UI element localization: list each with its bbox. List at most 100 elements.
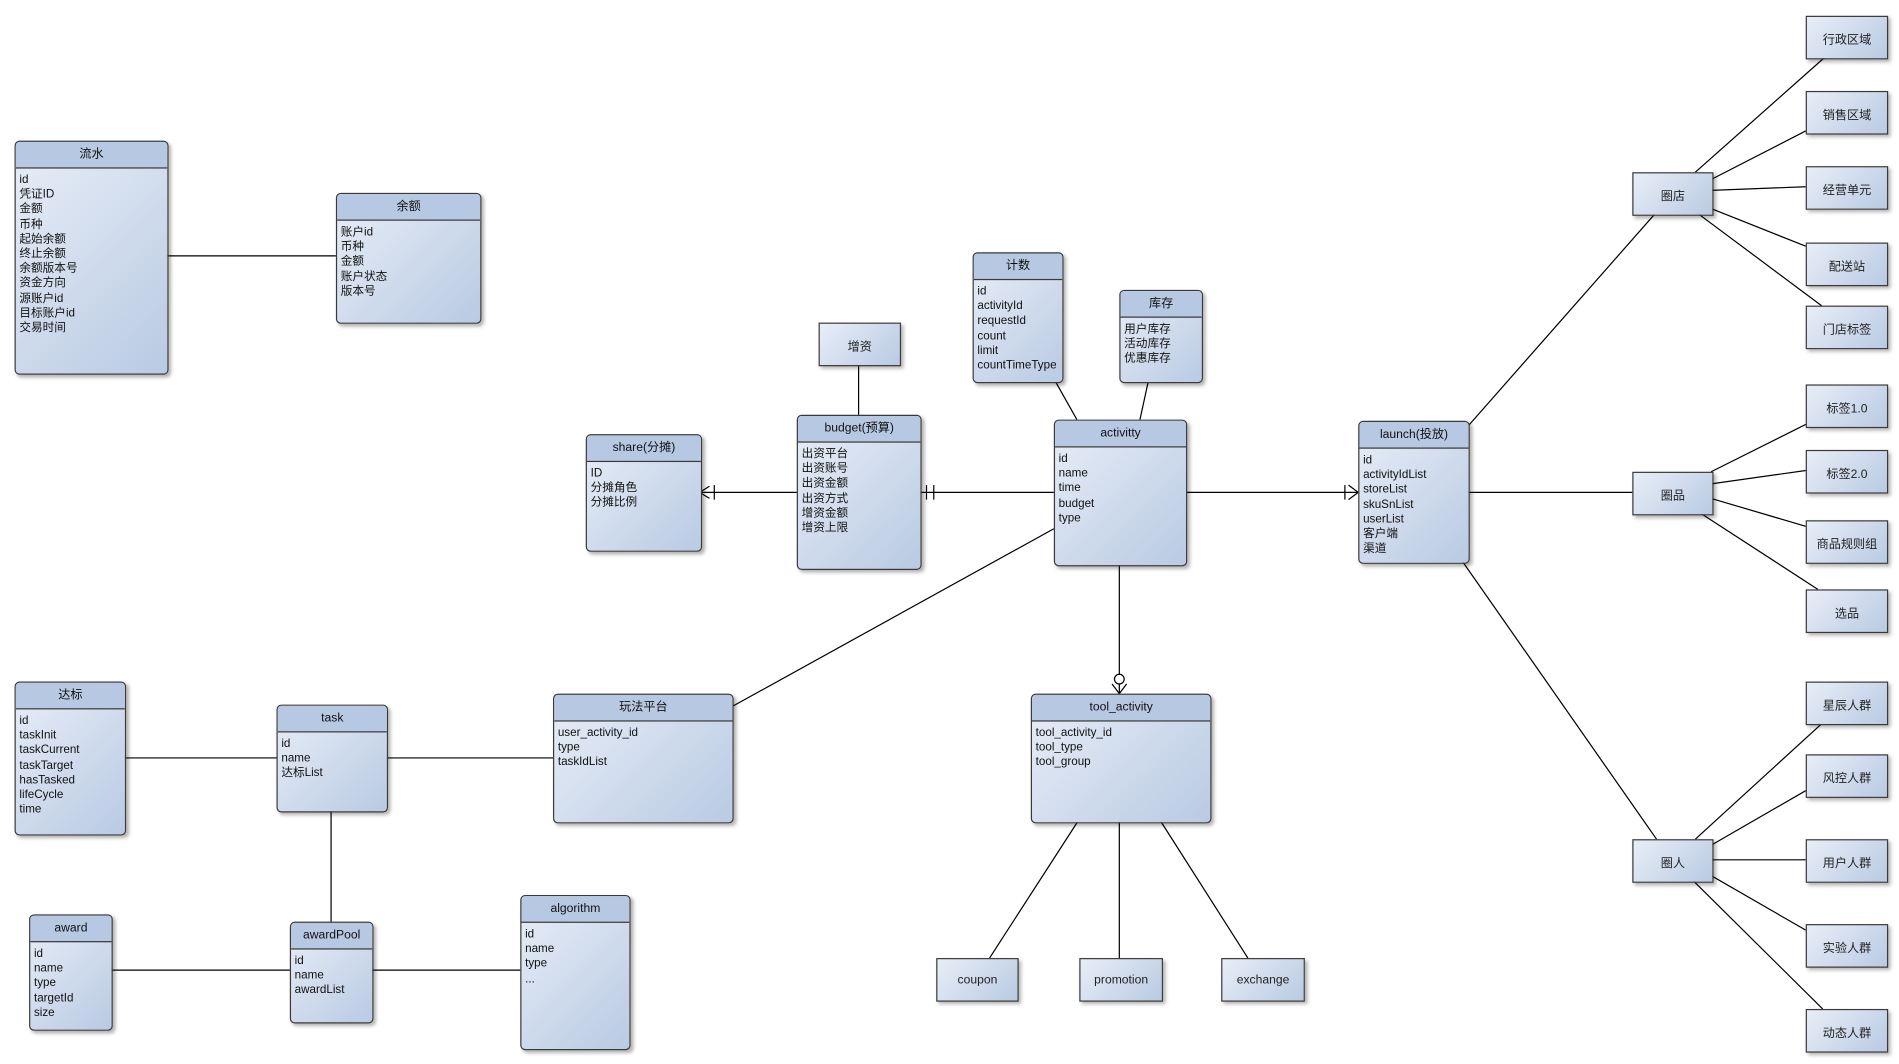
entity-field: activityIdList — [1363, 468, 1427, 482]
entity-fields: 用户库存 活动库存 优惠库存 — [1121, 318, 1202, 372]
box-xingchen[interactable]: 星辰人群 — [1805, 681, 1889, 726]
entity-field: time — [19, 803, 42, 817]
entity-fields: id name type... — [521, 923, 629, 992]
entity-field: 币种 — [19, 217, 43, 232]
entity-field: type — [1058, 511, 1081, 525]
box-quanren[interactable]: 圈人 — [1632, 839, 1714, 883]
relationship-line — [1711, 186, 1806, 191]
box-mendian[interactable]: 门店标签 — [1805, 305, 1889, 350]
entity-fields: user_activity_id type taskIdList — [554, 722, 732, 776]
entity-field: 账户状态 — [340, 269, 388, 284]
box-guize[interactable]: 商品规则组 — [1805, 520, 1889, 564]
entity-field: hasTasked — [19, 773, 76, 787]
entity-field: 增资上限 — [801, 521, 849, 535]
box-exchange[interactable]: exchange — [1221, 958, 1305, 1002]
entity-title: activitty — [1055, 420, 1187, 448]
entity-launch[interactable]: launch(投放) id activityIdList storeList skuSn… — [1358, 420, 1470, 564]
entity-field: 目标账户id — [19, 306, 75, 320]
entity-budget[interactable]: budget(预算) 出资平台 出资账号 出资金额 出资方式 增资金额 增资上限 — [796, 414, 922, 570]
entity-yue[interactable]: 余额 账户id 币种 金额 账户状态 版本号 — [335, 192, 482, 324]
entity-field: name — [1058, 467, 1088, 481]
entity-field: 终止余额 — [19, 247, 66, 261]
entity-title: awardPool — [291, 922, 373, 950]
entity-task[interactable]: task id name 达标List — [276, 704, 389, 813]
box-quanpin[interactable]: 圈品 — [1632, 471, 1714, 516]
entity-field: 出资平台 — [801, 447, 849, 461]
entity-kucun[interactable]: 库存 用户库存 活动库存 优惠库存 — [1119, 289, 1203, 384]
entity-field: limit — [977, 344, 999, 358]
entity-field: size — [33, 1006, 55, 1020]
box-dongtai[interactable]: 动态人群 — [1805, 1008, 1889, 1053]
relationship-line — [1692, 879, 1824, 1010]
box-biaoqian1[interactable]: 标签1.0 — [1805, 384, 1889, 429]
entity-fields: 出资平台 出资账号 出资金额 出资方式 增资金额 增资上限 — [798, 443, 920, 541]
entity-field: activityId — [977, 299, 1023, 314]
entity-field: 活动库存 — [1124, 337, 1171, 351]
entity-field: id — [1058, 452, 1068, 466]
entity-title: award — [30, 915, 112, 943]
relationship-line — [1710, 423, 1806, 473]
relationship-line — [1710, 497, 1806, 527]
box-xuanpin[interactable]: 选品 — [1805, 589, 1889, 634]
box-jingying[interactable]: 经营单元 — [1805, 166, 1889, 210]
entity-field: storeList — [1363, 483, 1408, 497]
zero-optionality-circle — [1113, 673, 1125, 685]
entity-field: skuSnList — [1363, 497, 1414, 512]
entity-field: type — [557, 741, 580, 755]
entity-field: 版本号 — [340, 284, 376, 299]
box-peisong[interactable]: 配送站 — [1805, 242, 1889, 287]
entity-field: id — [33, 947, 44, 961]
entity-field: 账户id — [340, 225, 374, 239]
entity-liushui[interactable]: 流水 id 凭证ID 金额 币种 起始余额 终止余额 余额版本号 资金方向 源账户id 目标账户id… — [14, 140, 169, 375]
entity-fields: id name type targetId size — [30, 942, 111, 1026]
entity-fields: id name awardList — [291, 950, 372, 1004]
box-fengkong[interactable]: 风控人群 — [1805, 754, 1889, 798]
entity-activity[interactable]: activitty id name time budget type — [1053, 419, 1188, 567]
box-yonghu[interactable]: 用户人群 — [1805, 839, 1889, 883]
box-biaoqian2[interactable]: 标签2.0 — [1805, 449, 1889, 494]
entity-title: launch(投放) — [1359, 422, 1469, 449]
entity-field: 分摊比例 — [590, 496, 638, 510]
entity-share[interactable]: share(分摊) ID 分摊角色 分摊比例 — [585, 434, 703, 552]
entity-field: tool_type — [1035, 741, 1083, 755]
entity-fields: id taskInit taskCurrent taskTarget hasTasked… — [16, 709, 125, 822]
entity-field: userList — [1363, 512, 1404, 527]
entity-fields: id activityId requestId count limit countTime… — [974, 280, 1063, 378]
entity-tool_activity[interactable]: tool_activity tool_activity_id tool_type to… — [1030, 693, 1212, 824]
box-quandian[interactable]: 圈店 — [1632, 172, 1714, 216]
relationship-line — [1139, 380, 1150, 420]
entity-title: 流水 — [15, 141, 168, 169]
entity-dabiao[interactable]: 达标 id taskInit taskCurrent taskTarget hasTask… — [14, 681, 127, 836]
entity-field: lifeCycle — [19, 788, 64, 802]
box-xingzheng[interactable]: 行政区域 — [1805, 15, 1889, 60]
entity-title: share(分摊) — [586, 435, 701, 463]
entity-field: type — [33, 976, 56, 991]
entity-algorithm[interactable]: algorithm id name type... — [520, 894, 631, 1051]
entity-field: 达标List — [281, 766, 323, 781]
entity-fields: id 凭证ID 金额 币种 起始余额 终止余额 余额版本号 资金方向 源账户id 目标账户id 交易… — [16, 169, 168, 341]
entity-field: name — [525, 942, 555, 956]
box-zengzi[interactable]: 增资 — [818, 322, 902, 367]
relationship-line — [1710, 130, 1806, 181]
entity-title: 库存 — [1120, 291, 1202, 318]
entity-title: algorithm — [521, 896, 630, 923]
entity-title: 达标 — [15, 682, 125, 710]
entity-title: budget(预算) — [797, 415, 921, 443]
entity-wanfa[interactable]: 玩法平台 user_activity_id type taskIdList — [552, 693, 734, 824]
entity-field: 起始余额 — [19, 232, 66, 246]
box-shiyan[interactable]: 实验人群 — [1805, 924, 1889, 968]
entity-field: 优惠库存 — [1124, 352, 1171, 366]
entity-fields: 账户id 币种 金额 账户状态 版本号 — [337, 221, 480, 305]
entity-field: budget — [1058, 496, 1095, 511]
entity-award[interactable]: award id name type targetId size — [29, 914, 113, 1031]
box-promotion[interactable]: promotion — [1079, 958, 1163, 1002]
entity-awardPool[interactable]: awardPool id name awardList — [289, 921, 374, 1024]
box-coupon[interactable]: coupon — [936, 958, 1019, 1002]
relationship-line — [1694, 722, 1824, 840]
box-xiaoshou[interactable]: 销售区域 — [1805, 90, 1889, 135]
entity-field: id — [525, 927, 535, 942]
entity-field: ... — [525, 972, 535, 986]
entity-field: count — [977, 329, 1006, 343]
entity-jishu[interactable]: 计数 id activityId requestId count limit countTi… — [972, 252, 1064, 384]
entity-fields: ID 分摊角色 分摊比例 — [587, 462, 701, 516]
